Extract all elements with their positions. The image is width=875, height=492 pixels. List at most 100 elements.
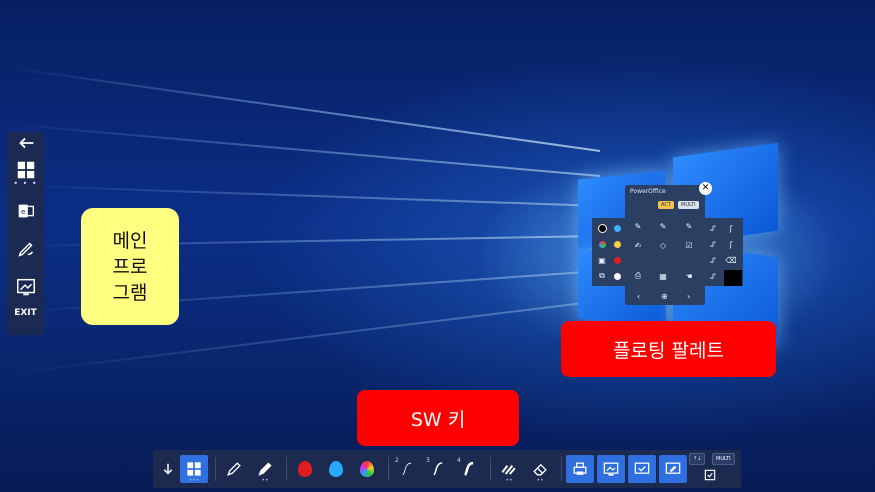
light-ray: [5, 66, 601, 152]
blue-color-icon[interactable]: [611, 222, 623, 234]
sidebar-item-whiteboard[interactable]: [7, 268, 44, 306]
screen-capture-icon: [603, 462, 619, 476]
thin-stroke-icon[interactable]: ᔑ: [707, 222, 719, 234]
print-button[interactable]: [566, 455, 594, 483]
windows-icon: [17, 161, 34, 179]
separator: [561, 457, 562, 481]
pen-icon: [226, 462, 241, 477]
sidebar-item-office[interactable]: e: [7, 192, 44, 230]
thin-stroke-icon: [402, 462, 412, 476]
board-write-button[interactable]: [659, 455, 687, 483]
act-button[interactable]: ACT: [658, 201, 674, 209]
palette-left-panel: ▣ ⧉: [592, 218, 626, 286]
more-dots: •••: [188, 477, 200, 484]
eraser-icon: [533, 463, 547, 476]
separator: [490, 457, 491, 481]
yellow-color-icon[interactable]: [611, 238, 623, 250]
printer-icon: [573, 462, 587, 475]
brush-icon[interactable]: ✎: [657, 220, 669, 232]
separator: [286, 457, 287, 481]
medium-stroke-icon: [433, 462, 443, 476]
stroke-icon[interactable]: ᔑ: [707, 254, 719, 266]
checkbox-icon[interactable]: [703, 468, 717, 482]
sync-button[interactable]: ⇡⇣: [689, 453, 706, 465]
sw-key-callout: SW 키: [357, 390, 519, 446]
multi-button[interactable]: MULTI: [678, 201, 699, 209]
capture-button[interactable]: [597, 455, 625, 483]
marker-icon[interactable]: ✎: [683, 220, 695, 232]
eraser-icon[interactable]: ◇: [657, 239, 669, 251]
light-ray: [2, 122, 601, 177]
thick-stroke-icon: [464, 461, 474, 476]
stroke-number: 2: [395, 457, 399, 464]
more-dots: ••: [505, 477, 513, 484]
palette-main-panel: PowerOffice ✕ ACT MULTI ✎ ✎ ✎ ✍ ◇ ☑ ⎙ ▦ …: [625, 182, 712, 305]
multicolor-icon[interactable]: [596, 238, 608, 250]
sidebar-item-windows[interactable]: • • •: [7, 154, 44, 192]
close-icon[interactable]: ✕: [699, 182, 712, 195]
thin-stroke-icon[interactable]: ᔑ: [707, 238, 719, 250]
svg-text:e: e: [20, 207, 25, 216]
exit-button[interactable]: EXIT: [14, 308, 37, 318]
pen-tool-button[interactable]: [220, 455, 248, 483]
partial-erase-button[interactable]: ••: [495, 455, 523, 484]
white-color-icon[interactable]: [611, 270, 623, 282]
multicolor-button[interactable]: [353, 455, 381, 483]
more-dots: ••: [536, 477, 544, 484]
multicolor-drop-icon: [360, 461, 374, 477]
sidebar-item-pen[interactable]: [7, 230, 44, 268]
separator: [388, 457, 389, 481]
scribble-erase-icon: [501, 465, 516, 475]
sidebar-item-dots: • • •: [13, 179, 38, 188]
pen-icon: [17, 242, 33, 257]
office-icon: e: [18, 204, 34, 218]
marker-tool-button[interactable]: ••: [251, 455, 279, 484]
medium-stroke-button[interactable]: 3: [424, 455, 452, 483]
back-arrow-icon: [18, 137, 33, 149]
capture-icon[interactable]: ▦: [657, 270, 669, 282]
palette-home-button[interactable]: ⊕: [661, 292, 668, 301]
red-drop-icon: [298, 461, 312, 477]
red-color-icon[interactable]: [611, 254, 623, 266]
thick-stroke-icon[interactable]: ʃ: [725, 238, 737, 250]
windows-button[interactable]: •••: [180, 455, 208, 484]
board-pen-icon: [665, 462, 681, 474]
whiteboard-button[interactable]: [628, 455, 656, 483]
toolbar-mode-group: ⇡⇣ MULTI: [687, 453, 735, 485]
down-arrow-icon: [163, 463, 173, 475]
palette-next-button[interactable]: ›: [687, 292, 690, 301]
black-color-icon[interactable]: [596, 222, 608, 234]
thick-stroke-icon[interactable]: ʃ: [725, 222, 737, 234]
printer-icon[interactable]: ⎙: [632, 270, 644, 282]
checkbox-icon[interactable]: ☑: [683, 239, 695, 251]
sidebar-back-button[interactable]: [7, 132, 44, 154]
copy-icon[interactable]: ▣: [596, 254, 608, 266]
windows-icon: [187, 462, 201, 476]
screen-icon[interactable]: ⧉: [596, 270, 608, 282]
light-ray: [0, 184, 601, 207]
eraser-button[interactable]: ••: [526, 455, 554, 484]
multi-button[interactable]: MULTI: [712, 453, 735, 465]
main-program-callout: 메인 프로 그램: [81, 208, 179, 325]
floating-palette-callout: 플로팅 팔레트: [561, 321, 776, 377]
palette-prev-button[interactable]: ‹: [637, 292, 640, 301]
red-color-button[interactable]: [291, 455, 319, 483]
blue-drop-icon: [329, 461, 343, 477]
more-dots: ••: [261, 477, 269, 484]
hand-icon[interactable]: ☚: [683, 270, 695, 282]
stroke-icon[interactable]: ᔑ: [707, 270, 719, 282]
whiteboard-icon: [16, 278, 35, 296]
whiteboard-check-icon: [634, 462, 650, 474]
pen-icon[interactable]: ✎: [632, 220, 644, 232]
eraser-icon[interactable]: ⌫: [725, 254, 737, 266]
stroke-number: 4: [457, 457, 461, 464]
collapse-button[interactable]: [159, 455, 177, 483]
thick-stroke-button[interactable]: 4: [455, 455, 483, 483]
thin-stroke-button[interactable]: 2: [393, 455, 421, 483]
sw-key-toolbar: ••• •• 2 3 4 •• •• ⇡⇣ MULTI: [153, 450, 741, 488]
palette-black-swatch[interactable]: [724, 270, 742, 286]
stroke-number: 3: [426, 457, 430, 464]
blue-color-button[interactable]: [322, 455, 350, 483]
palette-title: PowerOffice: [630, 188, 666, 195]
highlighter-icon[interactable]: ✍: [632, 239, 644, 251]
